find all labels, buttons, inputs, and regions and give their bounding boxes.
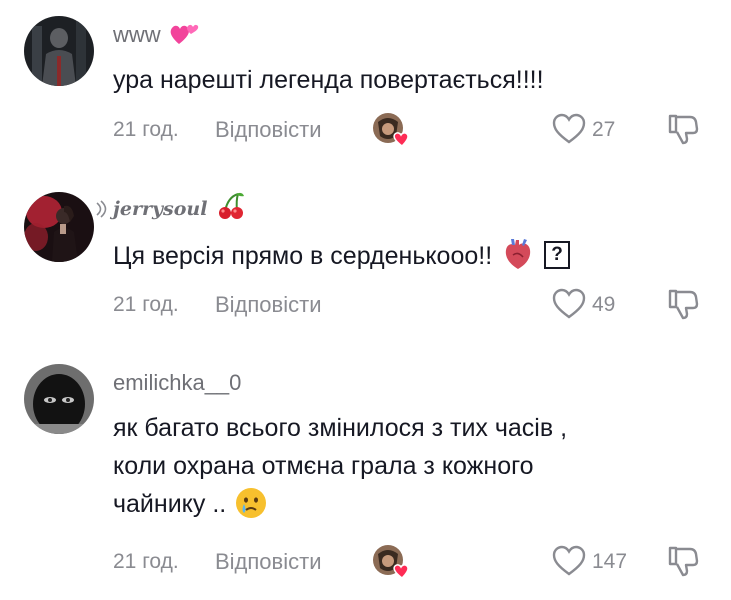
comment-text: ура нарешті легенда повертається!!!! — [113, 66, 544, 94]
like-count: 147 — [592, 550, 628, 573]
like-count: 27 — [592, 118, 616, 141]
comment-text-line: коли охрана отмєна грала з кожного — [113, 452, 534, 480]
reply-button[interactable]: Відповісти — [215, 117, 322, 143]
dislike-icon[interactable] — [666, 288, 700, 320]
crying-face-icon — [236, 488, 267, 519]
avatar[interactable] — [24, 16, 94, 86]
reply-button[interactable]: Відповісти — [215, 549, 322, 575]
comment-2: jerrysoul Ця версія прямо в серденькооо!… — [0, 170, 731, 340]
creator-liked-avatar — [372, 544, 412, 580]
username[interactable]: www — [113, 22, 199, 48]
like-heart-icon[interactable] — [552, 113, 586, 145]
username[interactable]: emilichka__0 — [113, 370, 241, 396]
avatar[interactable] — [24, 364, 94, 434]
anatomical-heart-icon — [505, 239, 531, 270]
dislike-icon[interactable] — [666, 113, 700, 145]
avatar[interactable] — [24, 192, 94, 262]
username[interactable]: jerrysoul — [113, 192, 246, 221]
comment-time: 21 год. — [113, 293, 179, 316]
comment-text-last-line: чайнику .. — [113, 485, 703, 523]
comment-text: як багато всього змінилося з тих часів ,… — [113, 409, 703, 523]
two-hearts-icon — [170, 25, 198, 45]
comment-text: Ця версія прямо в серденькооо!! ? — [113, 237, 703, 275]
unknown-glyph: ? — [544, 241, 571, 270]
comment-1: www ура нарешті легенда повертається!!!!… — [0, 0, 731, 170]
comment-time: 21 год. — [113, 550, 179, 573]
cherries-icon — [219, 192, 245, 219]
comment-3: emilichka__0 як багато всього змінилося … — [0, 340, 731, 600]
like-count: 49 — [592, 293, 616, 316]
comment-time: 21 год. — [113, 118, 179, 141]
comment-text-line: як багато всього змінилося з тих часів , — [113, 414, 568, 442]
reply-button[interactable]: Відповісти — [215, 292, 322, 318]
like-heart-icon[interactable] — [552, 288, 586, 320]
creator-liked-avatar — [372, 112, 412, 148]
live-badge-icon — [96, 200, 107, 218]
like-heart-icon[interactable] — [552, 545, 586, 577]
dislike-icon[interactable] — [666, 545, 700, 577]
